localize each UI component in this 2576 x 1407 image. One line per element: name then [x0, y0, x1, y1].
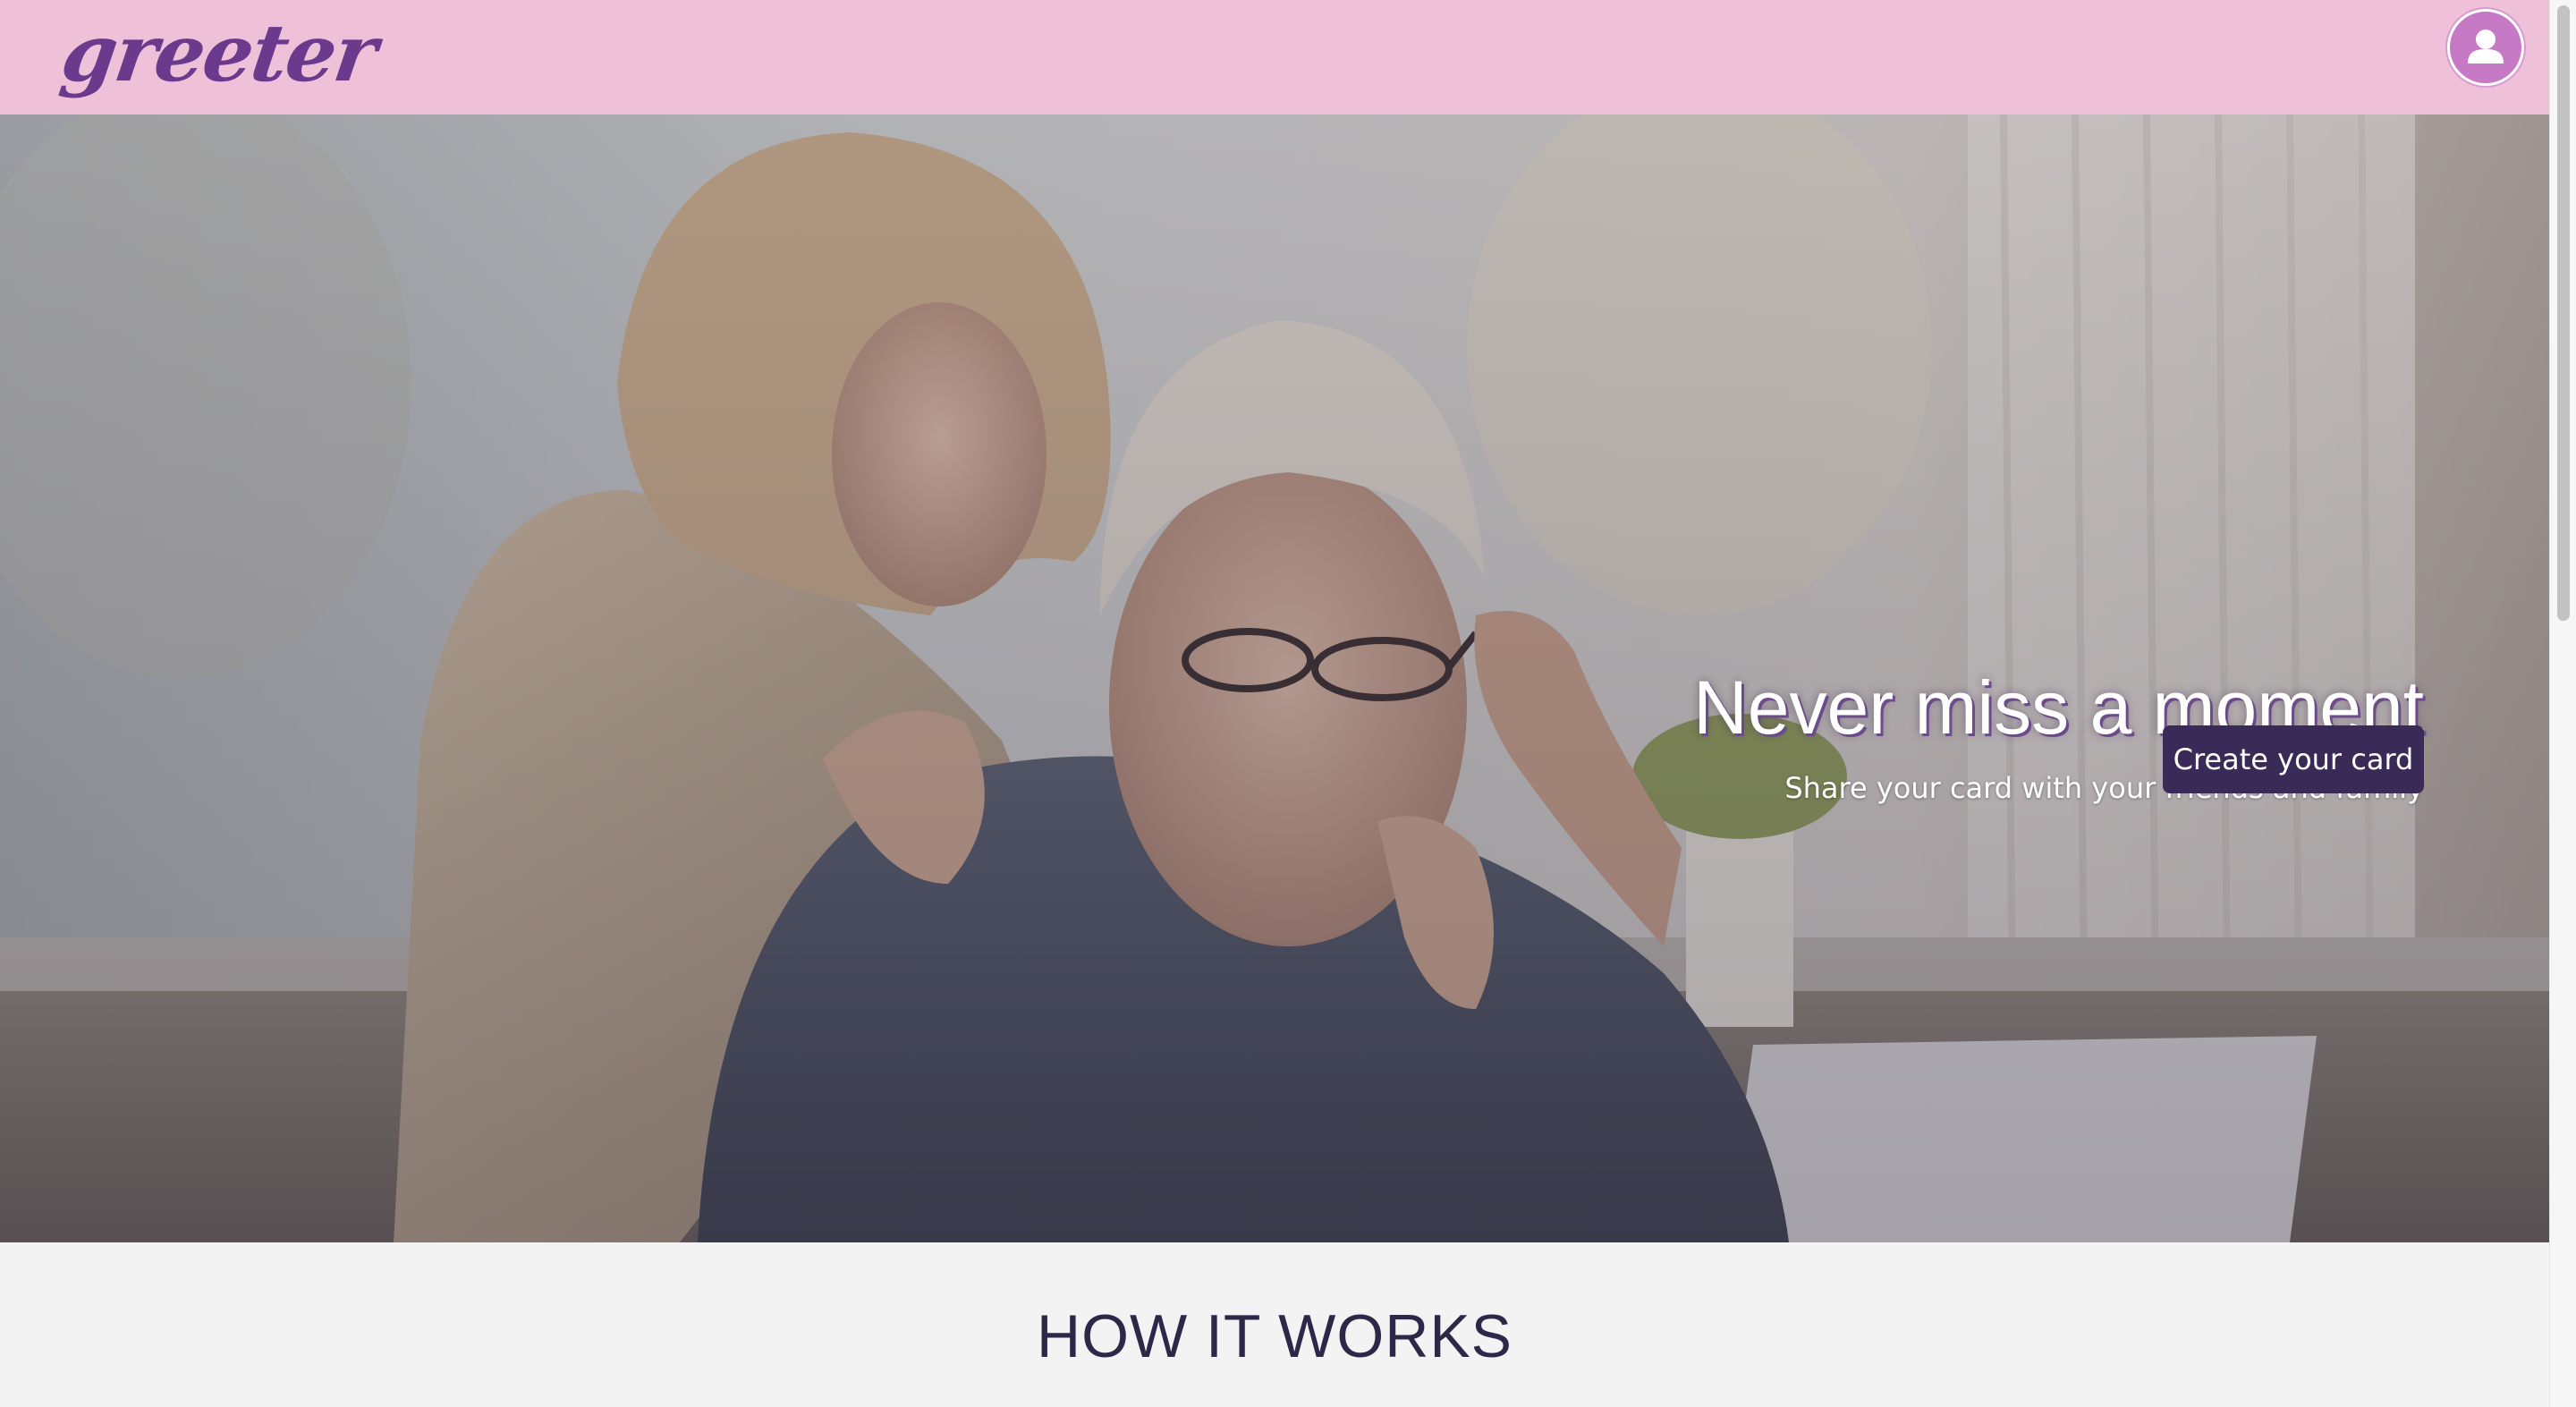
create-card-button[interactable]: Create your card	[2163, 725, 2424, 793]
page-scrollbar[interactable]	[2549, 0, 2576, 1407]
user-icon	[2468, 30, 2504, 64]
top-navbar: greeter	[0, 0, 2549, 114]
hero-banner: Never miss a moment Share your card with…	[0, 114, 2549, 1242]
user-avatar-button[interactable]	[2447, 9, 2524, 86]
scrollbar-thumb[interactable]	[2557, 5, 2570, 621]
greeter-logo[interactable]: greeter	[55, 4, 381, 102]
how-it-works-heading: HOW IT WORKS	[1036, 1302, 1513, 1370]
